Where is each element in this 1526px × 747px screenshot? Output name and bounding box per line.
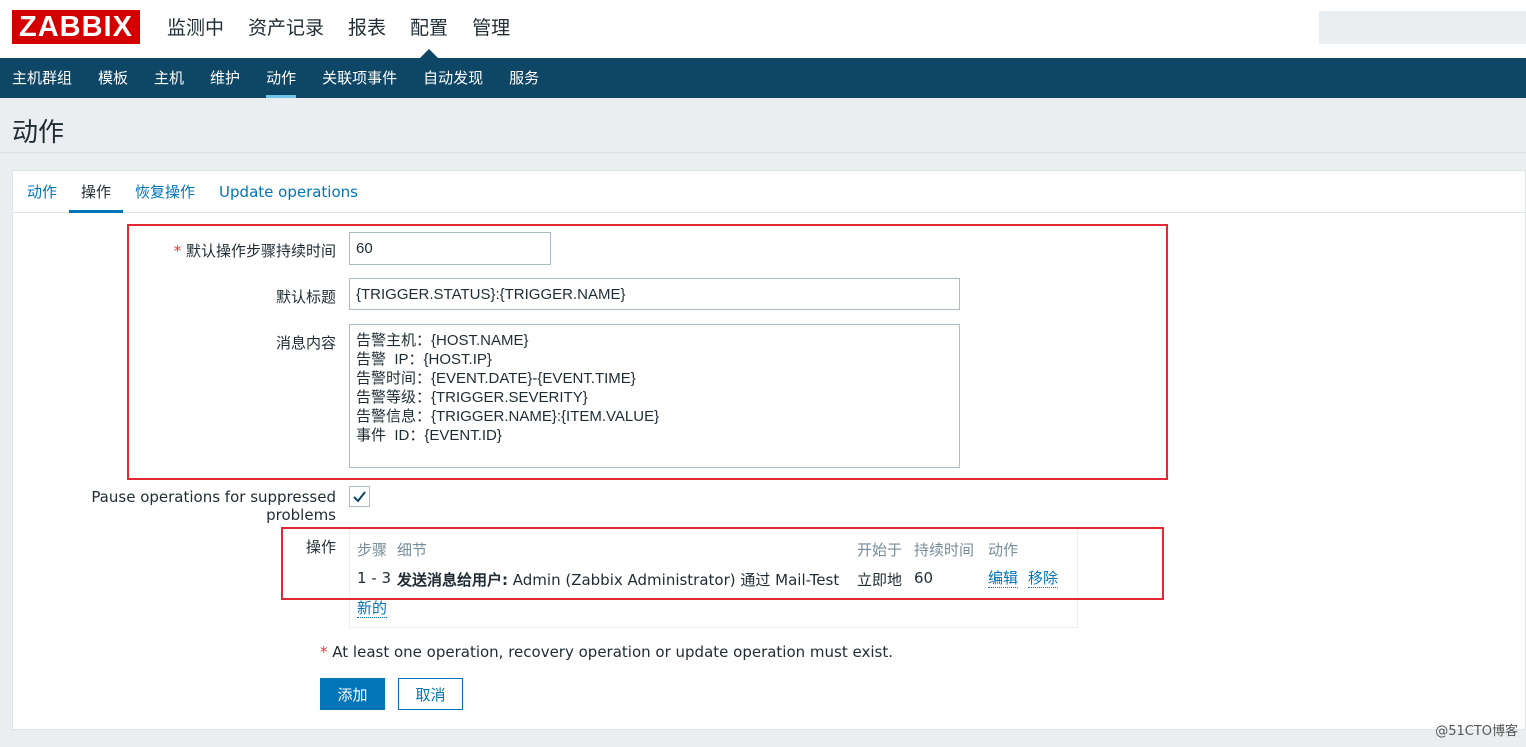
new-operation-link[interactable]: 新的: [357, 600, 388, 618]
title-divider: [0, 152, 1526, 153]
main-menu: 监测中 资产记录 报表 配置 管理: [155, 0, 522, 58]
main-menu-inventory[interactable]: 资产记录: [236, 0, 336, 58]
search-input[interactable]: [1319, 11, 1526, 44]
page-title: 动作: [12, 118, 65, 148]
main-menu-configuration[interactable]: 配置: [398, 0, 460, 58]
sub-menu-services[interactable]: 服务: [496, 58, 552, 98]
sub-menu-host-groups[interactable]: 主机群组: [0, 58, 85, 98]
cancel-button[interactable]: 取消: [398, 678, 463, 710]
top-header: ZABBIX 监测中 资产记录 报表 配置 管理: [0, 0, 1526, 58]
highlight-box-message: [127, 224, 1168, 480]
zabbix-logo[interactable]: ZABBIX: [12, 10, 140, 44]
sub-menu-correlation[interactable]: 关联项事件: [309, 58, 410, 98]
main-menu-administration[interactable]: 管理: [460, 0, 522, 58]
sub-menu: 主机群组 模板 主机 维护 动作 关联项事件 自动发现 服务: [0, 58, 1526, 98]
pause-checkbox[interactable]: [349, 486, 370, 507]
sub-menu-discovery[interactable]: 自动发现: [410, 58, 496, 98]
requirement-note: * At least one operation, recovery opera…: [320, 643, 893, 661]
add-button[interactable]: 添加: [320, 678, 385, 710]
pause-label: Pause operations for suppressed problems: [91, 488, 336, 524]
main-menu-reports[interactable]: 报表: [336, 0, 398, 58]
check-icon: [353, 491, 366, 503]
sub-menu-maintenance[interactable]: 维护: [197, 58, 253, 98]
sub-menu-hosts[interactable]: 主机: [141, 58, 197, 98]
main-menu-monitoring[interactable]: 监测中: [155, 0, 236, 58]
tab-update-operations[interactable]: Update operations: [207, 171, 370, 212]
requirement-note-text: At least one operation, recovery operati…: [332, 643, 893, 661]
form-tabs: 动作 操作 恢复操作 Update operations: [13, 171, 1526, 213]
sub-menu-actions[interactable]: 动作: [253, 58, 309, 98]
sub-menu-templates[interactable]: 模板: [85, 58, 141, 98]
highlight-box-operations: [281, 527, 1164, 600]
tab-recovery-operations[interactable]: 恢复操作: [123, 171, 207, 212]
watermark: @51CTO博客: [1435, 724, 1518, 739]
tab-operations[interactable]: 操作: [69, 171, 124, 213]
tab-action[interactable]: 动作: [15, 171, 69, 212]
